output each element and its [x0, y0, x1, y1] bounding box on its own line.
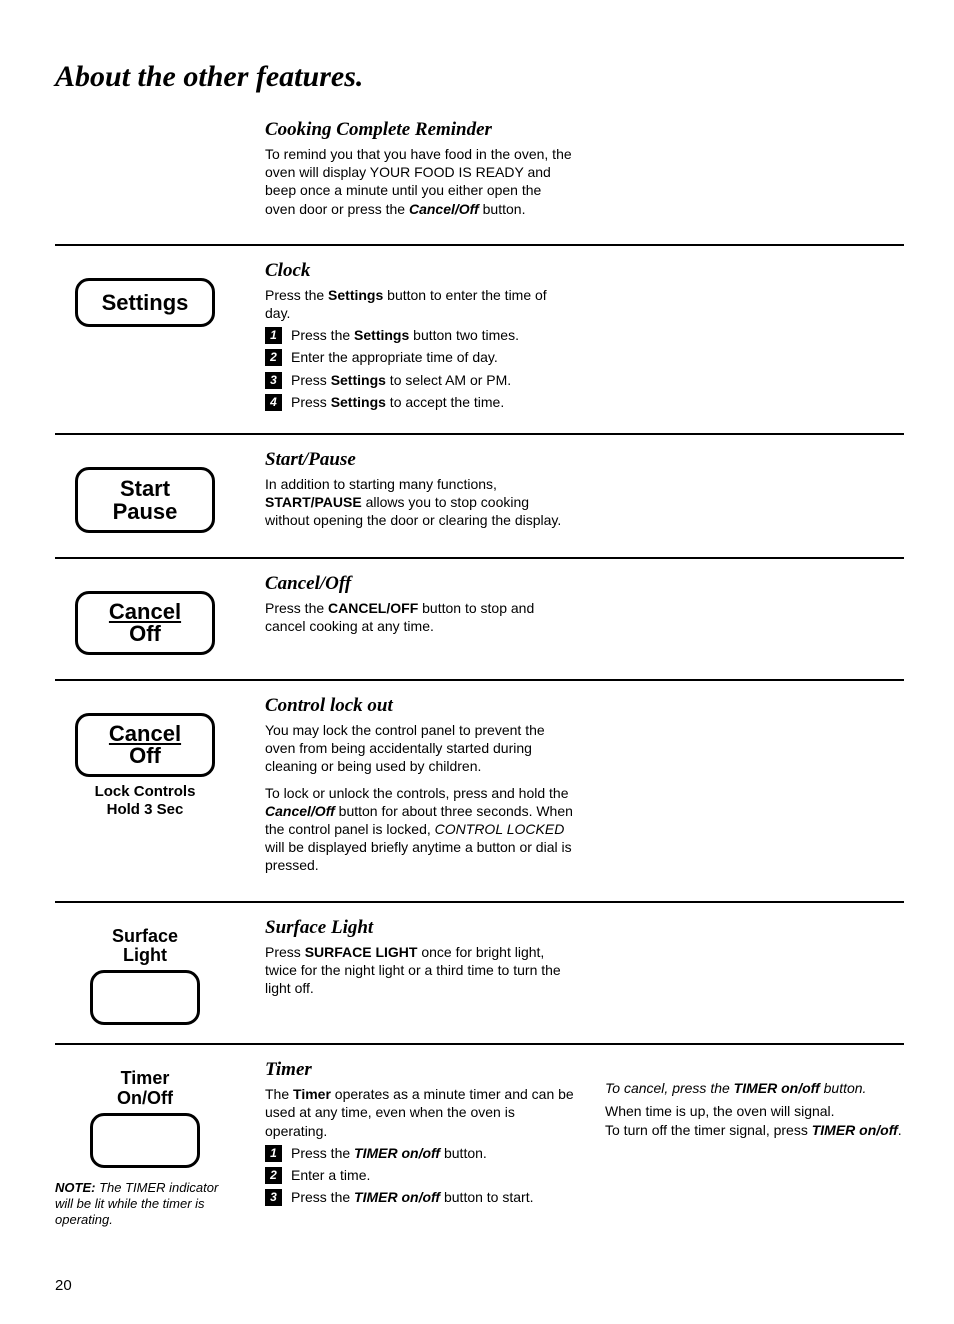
t: will be displayed briefly anytime a butt… [265, 839, 572, 873]
timer-label: Timer On/Off [55, 1069, 235, 1109]
t: Press the [291, 327, 354, 343]
t: Timer [293, 1086, 331, 1102]
clock-step-1: 1Press the Settings button two times. [265, 326, 575, 344]
timer-right-col: To cancel, press the TIMER on/off button… [605, 1059, 904, 1228]
timer-button-icon [90, 1113, 200, 1168]
clock-intro-b: Settings [328, 287, 383, 303]
timer-step-1: 1Press the TIMER on/off button. [265, 1144, 575, 1162]
t: Light [55, 946, 235, 966]
t: to accept the time. [386, 394, 504, 410]
t: button two times. [409, 327, 519, 343]
t: In addition to starting many functions, [265, 476, 497, 492]
start-pause-button-icon: Start Pause [75, 467, 215, 533]
t: Settings [331, 372, 386, 388]
clock-step-3: 3Press Settings to select AM or PM. [265, 371, 575, 389]
section-clock: Settings Clock Press the Settings button… [55, 244, 904, 433]
t: Press the [291, 1145, 354, 1161]
timer-heading: Timer [265, 1059, 575, 1081]
t: TIMER on/off [812, 1122, 898, 1138]
t: Pause [88, 500, 202, 523]
t: TIMER on/off [734, 1080, 820, 1096]
t: Press [291, 394, 331, 410]
timer-steps: 1Press the TIMER on/off button. 2Enter a… [265, 1144, 575, 1207]
t: When time is up, the oven will signal. [605, 1103, 835, 1119]
t: On/Off [55, 1089, 235, 1109]
page-number: 20 [55, 1277, 904, 1294]
cancel-off-button-icon: Cancel Off [75, 591, 215, 655]
timer-note: NOTE: The TIMER indicator will be lit wh… [55, 1180, 235, 1229]
reminder-heading: Cooking Complete Reminder [265, 119, 575, 141]
timer-step-3: 3Press the TIMER on/off button to start. [265, 1188, 575, 1206]
t: Cancel/Off [265, 803, 335, 819]
t: CONTROL LOCKED [435, 821, 565, 837]
section-startpause: Start Pause Start/Pause In addition to s… [55, 433, 904, 557]
t: Hold 3 Sec [55, 801, 235, 819]
reminder-body: To remind you that you have food in the … [265, 145, 575, 218]
t: Press the [291, 1189, 354, 1205]
clock-step-2: 2Enter the appropriate time of day. [265, 348, 575, 366]
surface-light-label: Surface Light [55, 927, 235, 967]
section-lockout: Cancel Off Lock Controls Hold 3 Sec Cont… [55, 679, 904, 901]
clock-steps: 1Press the Settings button two times. 2E… [265, 326, 575, 411]
t: TIMER on/off [354, 1189, 440, 1205]
t: CANCEL/OFF [328, 600, 418, 616]
t: Press the [265, 600, 328, 616]
startpause-heading: Start/Pause [265, 449, 575, 471]
t: START/PAUSE [265, 494, 362, 510]
t: . [898, 1122, 902, 1138]
clock-intro-a: Press the [265, 287, 328, 303]
t: Surface [55, 927, 235, 947]
t: Settings [354, 327, 409, 343]
t: To cancel, press the [605, 1080, 734, 1096]
t: Off [129, 743, 161, 768]
timer-step-2: 2Enter a time. [265, 1166, 575, 1184]
t: The [265, 1086, 293, 1102]
t: button. [440, 1145, 487, 1161]
reminder-text-b: button. [479, 201, 526, 217]
clock-heading: Clock [265, 260, 575, 282]
t: Settings [331, 394, 386, 410]
reminder-btn-ref: Cancel/Off [409, 201, 479, 217]
canceloff-heading: Cancel/Off [265, 573, 575, 595]
surface-body: Press SURFACE LIGHT once for bright ligh… [265, 943, 575, 998]
t: Off [129, 621, 161, 646]
t: to select AM or PM. [386, 372, 511, 388]
t: Enter the appropriate time of day. [291, 349, 498, 365]
t: button to start. [440, 1189, 533, 1205]
canceloff-body: Press the CANCEL/OFF button to stop and … [265, 599, 575, 635]
t: SURFACE LIGHT [305, 944, 418, 960]
t: Enter a time. [291, 1167, 370, 1183]
section-cooking-reminder: Cooking Complete Reminder To remind you … [55, 119, 904, 244]
clock-step-4: 4Press Settings to accept the time. [265, 393, 575, 411]
section-surface-light: Surface Light Surface Light Press SURFAC… [55, 901, 904, 1044]
page-title: About the other features. [55, 60, 904, 94]
t: TIMER on/off [354, 1145, 440, 1161]
t: Press [265, 944, 305, 960]
t: Lock Controls [55, 783, 235, 801]
lockout-body: You may lock the control panel to preven… [265, 721, 575, 875]
t: Press [291, 372, 331, 388]
cancel-off-hold-button-icon: Cancel Off [75, 713, 215, 777]
t: Start [88, 477, 202, 500]
t: button. [820, 1080, 867, 1096]
surface-heading: Surface Light [265, 917, 575, 939]
settings-button-icon: Settings [75, 278, 215, 327]
section-canceloff: Cancel Off Cancel/Off Press the CANCEL/O… [55, 557, 904, 679]
lockout-heading: Control lock out [265, 695, 575, 717]
lock-caption: Lock Controls Hold 3 Sec [55, 783, 235, 819]
section-timer: Timer On/Off NOTE: The TIMER indicator w… [55, 1043, 904, 1246]
clock-intro: Press the Settings button to enter the t… [265, 286, 575, 322]
t: Timer [55, 1069, 235, 1089]
t: You may lock the control panel to preven… [265, 721, 575, 776]
t: To turn off the timer signal, press [605, 1122, 812, 1138]
surface-light-button-icon [90, 970, 200, 1025]
t: NOTE: [55, 1180, 95, 1195]
t: To lock or unlock the controls, press an… [265, 785, 569, 801]
startpause-body: In addition to starting many functions, … [265, 475, 575, 530]
timer-intro: The Timer operates as a minute timer and… [265, 1085, 575, 1140]
